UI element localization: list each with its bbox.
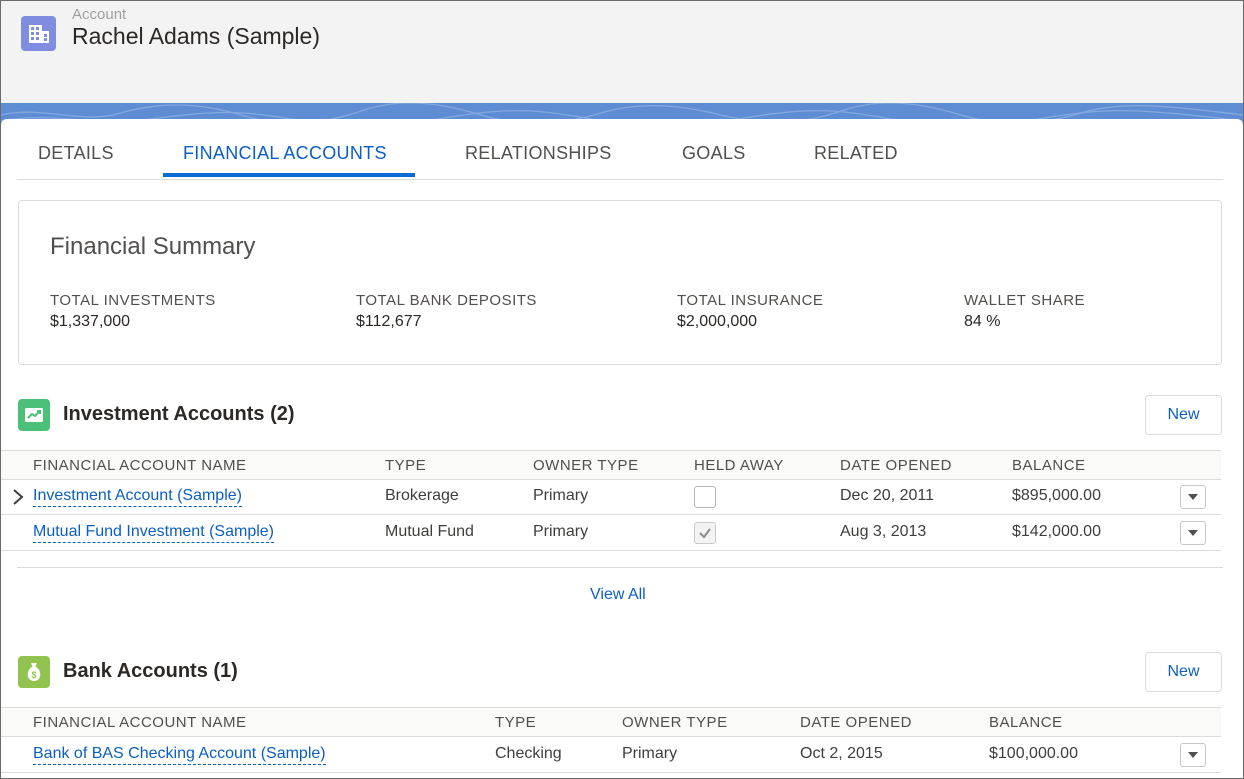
metric-label-wallet-share: WALLET SHARE bbox=[964, 292, 1086, 309]
owner-type: Primary bbox=[533, 523, 589, 540]
table-row: Investment Account (Sample) Brokerage Pr… bbox=[1, 479, 1221, 515]
tab-related[interactable]: RELATED bbox=[814, 143, 898, 164]
tab-goals[interactable]: GOALS bbox=[682, 143, 746, 164]
date-opened: Aug 3, 2013 bbox=[840, 523, 927, 540]
money-bag-icon: $ bbox=[18, 656, 50, 688]
active-tab-indicator bbox=[163, 173, 415, 177]
account-name-link[interactable]: Bank of BAS Checking Account (Sample) bbox=[33, 745, 326, 765]
column-header-type[interactable]: TYPE bbox=[495, 714, 536, 731]
table-row: Bank of BAS Checking Account (Sample) Ch… bbox=[1, 737, 1221, 773]
tab-financial-accounts[interactable]: FINANCIAL ACCOUNTS bbox=[183, 143, 387, 164]
page-title: Rachel Adams (Sample) bbox=[72, 23, 320, 49]
owner-type: Primary bbox=[622, 745, 678, 762]
summary-title: Financial Summary bbox=[50, 233, 256, 260]
page-frame: Account Rachel Adams (Sample) DETAILS FI… bbox=[0, 0, 1244, 779]
date-opened: Oct 2, 2015 bbox=[800, 745, 883, 762]
column-header-name[interactable]: FINANCIAL ACCOUNT NAME bbox=[33, 714, 247, 731]
column-header-balance[interactable]: BALANCE bbox=[1012, 457, 1086, 474]
metric-value-wallet-share: 84 % bbox=[964, 313, 1001, 330]
metric-value-total-insurance: $2,000,000 bbox=[677, 313, 758, 330]
tab-relationships[interactable]: RELATIONSHIPS bbox=[465, 143, 612, 164]
column-header-type[interactable]: TYPE bbox=[385, 457, 426, 474]
balance: $100,000.00 bbox=[989, 745, 1078, 762]
checkmark-icon bbox=[699, 528, 711, 539]
account-name-link[interactable]: Mutual Fund Investment (Sample) bbox=[33, 523, 274, 543]
new-investment-account-button[interactable]: New bbox=[1145, 395, 1222, 435]
building-icon bbox=[21, 16, 56, 51]
bank-table-header: FINANCIAL ACCOUNT NAME TYPE OWNER TYPE D… bbox=[1, 707, 1221, 737]
section-divider bbox=[17, 567, 1223, 568]
svg-text:$: $ bbox=[31, 670, 36, 680]
new-bank-account-button[interactable]: New bbox=[1145, 652, 1222, 692]
table-row: Mutual Fund Investment (Sample) Mutual F… bbox=[1, 515, 1221, 551]
owner-type: Primary bbox=[533, 487, 589, 504]
row-actions-button[interactable] bbox=[1180, 521, 1206, 545]
account-type: Mutual Fund bbox=[385, 523, 474, 540]
metric-value-total-bank-deposits: $112,677 bbox=[356, 313, 422, 330]
held-away-checkbox bbox=[694, 522, 716, 544]
view-all-link[interactable]: View All bbox=[590, 586, 646, 604]
account-type: Brokerage bbox=[385, 487, 459, 504]
record-header: Account Rachel Adams (Sample) bbox=[1, 1, 1243, 105]
investment-table-header: FINANCIAL ACCOUNT NAME TYPE OWNER TYPE H… bbox=[1, 450, 1221, 480]
row-actions-button[interactable] bbox=[1180, 743, 1206, 767]
column-header-balance[interactable]: BALANCE bbox=[989, 714, 1063, 731]
account-type: Checking bbox=[495, 745, 562, 762]
trend-up-icon bbox=[18, 399, 50, 431]
record-type-label: Account bbox=[72, 6, 127, 23]
metric-label-total-bank-deposits: TOTAL BANK DEPOSITS bbox=[356, 292, 537, 309]
column-header-name[interactable]: FINANCIAL ACCOUNT NAME bbox=[33, 457, 247, 474]
chevron-down-icon bbox=[1188, 494, 1198, 500]
column-header-owner-type[interactable]: OWNER TYPE bbox=[533, 457, 639, 474]
held-away-checkbox bbox=[694, 486, 716, 508]
account-name-link[interactable]: Investment Account (Sample) bbox=[33, 487, 242, 507]
bank-accounts-title: Bank Accounts (1) bbox=[63, 660, 238, 682]
investment-accounts-title: Investment Accounts (2) bbox=[63, 403, 295, 425]
date-opened: Dec 20, 2011 bbox=[840, 487, 934, 504]
column-header-date-opened[interactable]: DATE OPENED bbox=[800, 714, 912, 731]
metric-label-total-insurance: TOTAL INSURANCE bbox=[677, 292, 824, 309]
column-header-owner-type[interactable]: OWNER TYPE bbox=[622, 714, 728, 731]
column-header-held-away[interactable]: HELD AWAY bbox=[694, 457, 784, 474]
metric-value-total-investments: $1,337,000 bbox=[50, 313, 131, 330]
balance: $142,000.00 bbox=[1012, 523, 1101, 540]
chevron-down-icon bbox=[1188, 752, 1198, 758]
balance: $895,000.00 bbox=[1012, 487, 1101, 504]
financial-summary-card: Financial Summary TOTAL INVESTMENTS $1,3… bbox=[18, 200, 1222, 365]
row-actions-button[interactable] bbox=[1180, 485, 1206, 509]
chevron-right-icon[interactable] bbox=[11, 489, 25, 505]
metric-label-total-investments: TOTAL INVESTMENTS bbox=[50, 292, 216, 309]
chevron-down-icon bbox=[1188, 530, 1198, 536]
tab-bar: DETAILS FINANCIAL ACCOUNTS RELATIONSHIPS… bbox=[17, 123, 1223, 180]
tab-details[interactable]: DETAILS bbox=[38, 143, 114, 164]
column-header-date-opened[interactable]: DATE OPENED bbox=[840, 457, 952, 474]
